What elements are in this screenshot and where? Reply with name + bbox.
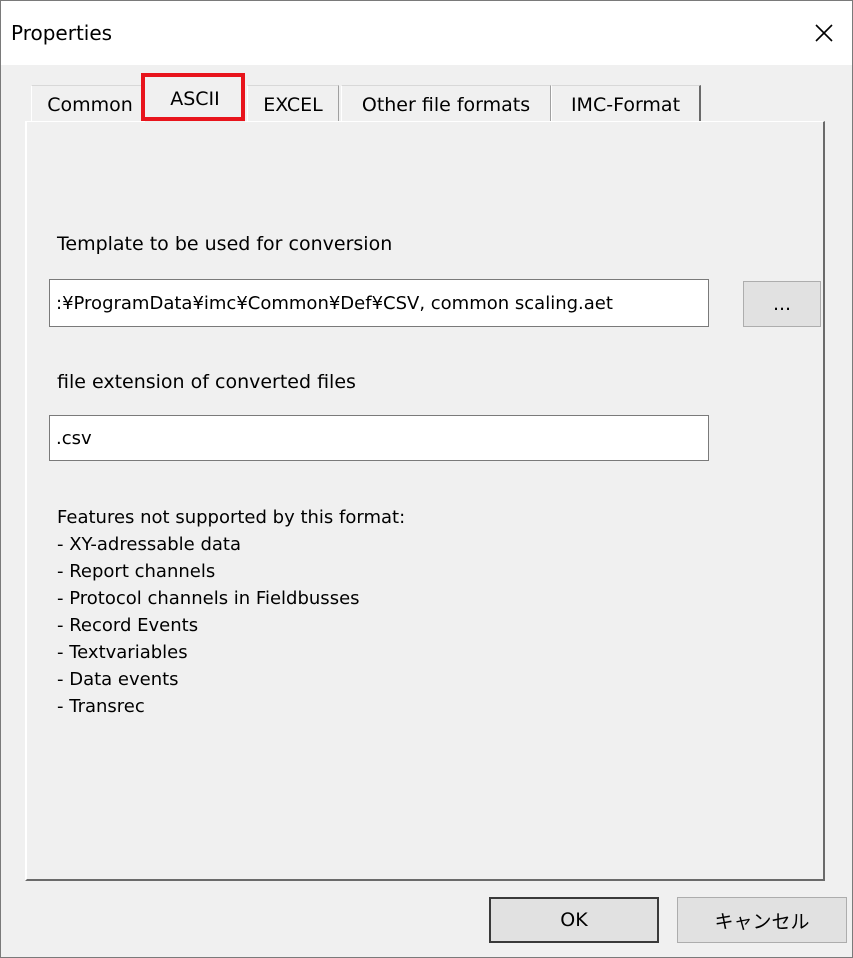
template-path-value: :¥ProgramData¥imc¥Common¥Def¥CSV, common… [56,292,613,314]
tab-ascii[interactable]: ASCII [145,75,245,123]
tab-label: Common [47,93,133,116]
window-title: Properties [11,21,113,45]
close-button[interactable] [800,9,848,57]
unsupported-features: Features not supported by this format: -… [57,504,405,720]
extension-label: file extension of converted files [57,371,356,393]
tab-label: EXCEL [263,93,323,116]
feature-item: - Report channels [57,561,216,582]
cancel-button-label: キャンセル [714,910,810,933]
tab-label: IMC-Format [570,93,681,116]
feature-item: - Record Events [57,615,199,636]
tab-excel[interactable]: EXCEL [247,85,339,123]
extension-value: .csv [56,427,92,449]
browse-button-label: ... [772,293,792,315]
close-icon [815,24,833,42]
features-heading: Features not supported by this format: [57,507,406,528]
ok-button[interactable]: OK [489,897,659,943]
properties-dialog: Properties Common EXCEL Other file forma… [0,0,853,958]
feature-item: - Data events [57,669,179,690]
tab-imc-format[interactable]: IMC-Format [551,85,701,123]
tab-label: Other file formats [361,93,531,116]
ok-button-label: OK [560,909,588,931]
browse-button[interactable]: ... [743,281,821,327]
feature-item: - Protocol channels in Fieldbusses [57,588,360,609]
feature-item: - Textvariables [57,642,188,663]
tab-other-file-formats[interactable]: Other file formats [341,85,551,123]
extension-input[interactable]: .csv [49,415,709,461]
feature-item: - Transrec [57,696,145,717]
cancel-button[interactable]: キャンセル [677,897,847,943]
tab-common[interactable]: Common [31,85,149,123]
template-label: Template to be used for conversion [57,233,393,255]
template-path-input[interactable]: :¥ProgramData¥imc¥Common¥Def¥CSV, common… [49,279,709,327]
title-bar: Properties [1,1,852,65]
tab-strip: Common EXCEL Other file formats IMC-Form… [25,75,825,125]
feature-item: - XY-adressable data [57,534,241,555]
tab-label: ASCII [170,88,220,110]
